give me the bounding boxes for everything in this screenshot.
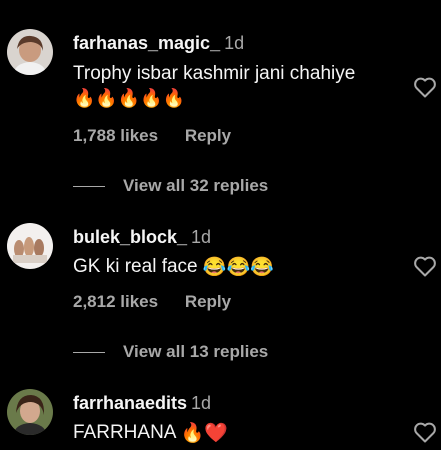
heart-outline-icon[interactable] xyxy=(413,76,437,98)
heart-outline-icon[interactable] xyxy=(413,255,437,277)
comment-username[interactable]: farhanas_magic_ 1d xyxy=(73,33,244,54)
view-replies-button[interactable]: View all 13 replies xyxy=(73,342,268,362)
reply-button[interactable]: Reply xyxy=(185,292,231,311)
likes-count[interactable]: 2,812 likes xyxy=(73,292,158,311)
comment-emoji: 😂😂😂 xyxy=(202,257,274,278)
comment-time: 1d xyxy=(191,393,212,413)
comment-meta: 2,812 likes Reply xyxy=(73,292,253,312)
comment-meta: 1,788 likes Reply xyxy=(73,126,253,146)
reply-button[interactable]: Reply xyxy=(185,126,231,145)
avatar[interactable] xyxy=(7,223,53,269)
comment-emoji: 🔥❤️ xyxy=(180,423,229,444)
comment-emoji-line: 🔥🔥🔥🔥🔥 xyxy=(73,88,186,108)
avatar[interactable] xyxy=(7,29,53,75)
comment-username[interactable]: bulek_block_ 1d xyxy=(73,227,211,248)
likes-count[interactable]: 1,788 likes xyxy=(73,126,158,145)
replies-divider xyxy=(73,352,105,354)
comment-text: GK ki real face 😂😂😂 xyxy=(73,256,274,278)
view-replies-button[interactable]: View all 32 replies xyxy=(73,176,268,196)
comment-username[interactable]: farrhanaedits 1d xyxy=(73,393,211,414)
comment-text: FARRHANA 🔥❤️ xyxy=(73,422,229,444)
avatar[interactable] xyxy=(7,389,53,435)
comment-time: 1d xyxy=(224,33,245,53)
replies-divider xyxy=(73,186,105,188)
comment-text: Trophy isbar kashmir jani chahiye xyxy=(73,63,356,84)
heart-outline-icon[interactable] xyxy=(413,421,437,443)
comment-time: 1d xyxy=(191,227,212,247)
